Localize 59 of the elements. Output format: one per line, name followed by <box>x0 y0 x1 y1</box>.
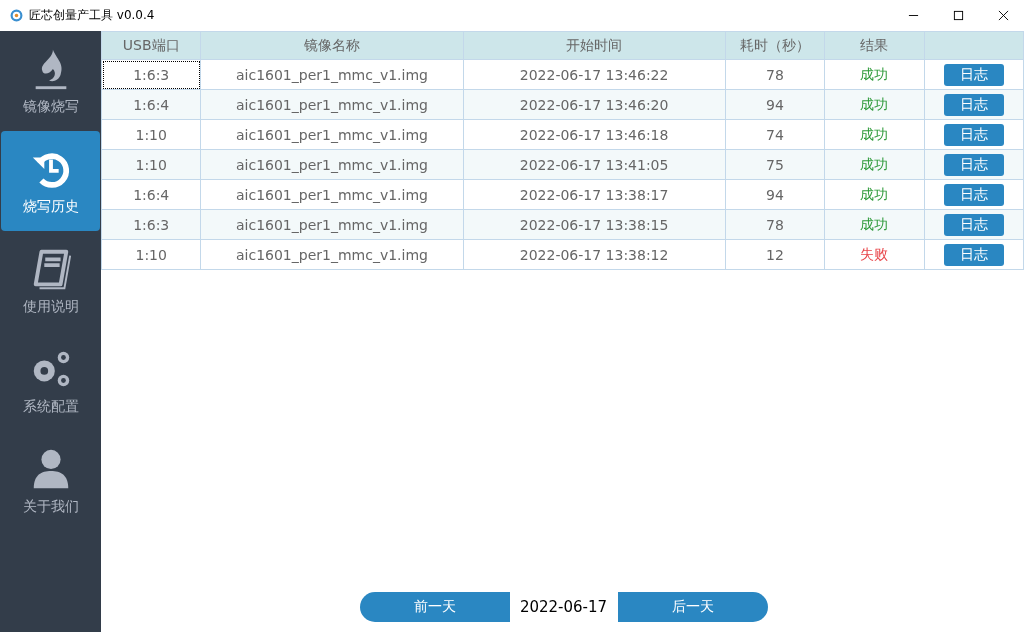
column-header: 镜像名称 <box>200 31 464 60</box>
previous-day-button[interactable]: 前一天 <box>359 592 510 622</box>
table-cell: 1:10 <box>101 119 201 150</box>
table-cell: 2022-06-17 13:38:15 <box>463 209 726 240</box>
table-cell: 成功 <box>824 119 924 150</box>
column-header: 开始时间 <box>463 31 726 60</box>
column-header: 耗时（秒） <box>725 31 825 60</box>
table-cell: 1:6:4 <box>101 89 201 120</box>
column-header: USB端口 <box>101 31 201 60</box>
table-cell: 94 <box>725 89 825 120</box>
table-cell: aic1601_per1_mmc_v1.img <box>200 119 464 150</box>
log-button[interactable]: 日志 <box>943 93 1004 116</box>
table-cell: aic1601_per1_mmc_v1.img <box>200 59 464 90</box>
table-cell: 2022-06-17 13:38:12 <box>463 239 726 270</box>
table-cell: 成功 <box>824 209 924 240</box>
table-cell: 78 <box>725 209 825 240</box>
sidebar-item[interactable]: 关于我们 <box>1 431 100 531</box>
log-button[interactable]: 日志 <box>943 183 1004 206</box>
next-day-button[interactable]: 后一天 <box>617 592 768 622</box>
table-cell: 94 <box>725 179 825 210</box>
column-header: 结果 <box>824 31 924 60</box>
table-cell: 1:6:4 <box>101 179 201 210</box>
sidebar-item[interactable]: 镜像烧写 <box>1 31 100 131</box>
log-button[interactable]: 日志 <box>943 243 1004 266</box>
table-cell: 成功 <box>824 149 924 180</box>
table-cell: 1:10 <box>101 239 201 270</box>
table-cell: 2022-06-17 13:38:17 <box>463 179 726 210</box>
table-cell: aic1601_per1_mmc_v1.img <box>200 89 464 120</box>
maximize-icon[interactable] <box>953 10 964 21</box>
log-button[interactable]: 日志 <box>943 123 1004 146</box>
date-label: 2022-06-17 <box>518 598 609 616</box>
table-cell: 2022-06-17 13:46:18 <box>463 119 726 150</box>
table-cell: 74 <box>725 119 825 150</box>
table-cell: 1:6:3 <box>101 209 201 240</box>
sidebar-item[interactable]: 使用说明 <box>1 231 100 331</box>
table-cell: aic1601_per1_mmc_v1.img <box>200 179 464 210</box>
sidebar-item[interactable]: 烧写历史 <box>1 131 100 231</box>
table-cell: 78 <box>725 59 825 90</box>
table-cell: 2022-06-17 13:41:05 <box>463 149 726 180</box>
app-logo-icon <box>10 9 23 22</box>
table-cell: 成功 <box>824 179 924 210</box>
log-button[interactable]: 日志 <box>943 153 1004 176</box>
table-cell: aic1601_per1_mmc_v1.img <box>200 239 464 270</box>
table-cell: 75 <box>725 149 825 180</box>
close-icon[interactable] <box>998 10 1009 21</box>
log-button[interactable]: 日志 <box>943 213 1004 236</box>
table-cell: aic1601_per1_mmc_v1.img <box>200 209 464 240</box>
table-cell: 成功 <box>824 89 924 120</box>
table-cell: 2022-06-17 13:46:20 <box>463 89 726 120</box>
window-title: 匠芯创量产工具 v0.0.4 <box>29 7 155 24</box>
table-cell: 失败 <box>824 239 924 270</box>
table-cell: 1:6:3 <box>101 59 201 90</box>
table-cell: 成功 <box>824 59 924 90</box>
table-cell: aic1601_per1_mmc_v1.img <box>200 149 464 180</box>
log-button[interactable]: 日志 <box>943 63 1004 86</box>
table-cell: 12 <box>725 239 825 270</box>
table-cell: 1:10 <box>101 149 201 180</box>
sidebar-item[interactable]: 系统配置 <box>1 331 100 431</box>
table-cell: 2022-06-17 13:46:22 <box>463 59 726 90</box>
